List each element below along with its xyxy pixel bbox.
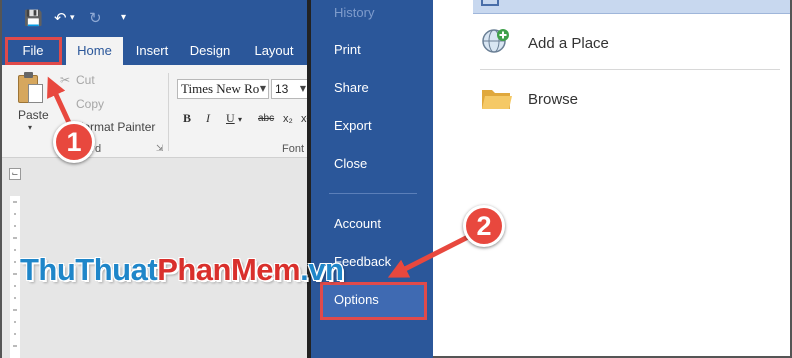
step-badge-1: 1 <box>53 121 95 163</box>
add-place-label: Add a Place <box>528 35 609 52</box>
paste-dropdown-icon[interactable]: ▾ <box>28 123 32 132</box>
backstage-item-share[interactable]: Share <box>334 80 369 95</box>
backstage-item-account[interactable]: Account <box>334 216 381 231</box>
undo-dropdown-icon[interactable]: ▾ <box>70 9 75 27</box>
file-tab-highlight <box>5 37 62 65</box>
open-places-pane: Add a Place Browse <box>433 0 792 358</box>
underline-button[interactable]: U <box>226 111 235 126</box>
redo-icon[interactable]: ↻ <box>89 9 102 27</box>
backstage-item-history[interactable]: History <box>334 5 374 20</box>
backstage-item-options[interactable]: Options <box>334 292 379 307</box>
paste-icon[interactable] <box>18 71 44 105</box>
computer-icon <box>481 0 499 6</box>
undo-icon[interactable]: ↶ <box>54 9 67 27</box>
chevron-down-icon: ▼ <box>299 84 306 93</box>
customize-qat-icon[interactable]: ▾ <box>121 9 126 27</box>
watermark-part2: PhanMem <box>157 252 301 287</box>
backstage-nav: History Print Share Export Close Account… <box>307 0 433 358</box>
places-divider <box>480 69 780 70</box>
cut-button[interactable]: Cut <box>76 73 95 87</box>
underline-dropdown-icon[interactable]: ▾ <box>238 115 242 124</box>
bold-button[interactable]: B <box>183 111 191 126</box>
copy-button[interactable]: Copy <box>76 97 104 111</box>
font-family-value: Times New Ro <box>181 81 260 96</box>
word-window: 💾 ↶ ▾ ↻ ▾ File Home Insert Design Layout… <box>0 0 307 358</box>
tab-home[interactable]: Home <box>66 37 123 65</box>
font-size-value: 13 <box>275 82 289 96</box>
tab-design[interactable]: Design <box>182 37 238 65</box>
chevron-down-icon: ▼ <box>259 84 266 93</box>
selected-place-row[interactable] <box>473 0 790 14</box>
save-icon[interactable]: 💾 <box>24 9 43 27</box>
tab-selector-icon[interactable]: ⌙ <box>9 168 21 180</box>
backstage-divider <box>329 193 417 194</box>
browse-row[interactable]: Browse <box>478 80 783 118</box>
globe-plus-icon <box>482 29 509 53</box>
group-divider <box>168 73 169 151</box>
vertical-ruler <box>10 196 20 358</box>
backstage-item-print[interactable]: Print <box>334 42 361 57</box>
clipboard-launcher-icon[interactable]: ⇲ <box>156 144 164 154</box>
watermark-logo: ThuThuatPhanMem.vn <box>20 252 344 288</box>
step-badge-2: 2 <box>463 205 505 247</box>
scissors-icon: ✂ <box>60 73 71 87</box>
browse-label: Browse <box>528 91 579 108</box>
subscript-button[interactable]: x₂ <box>283 113 293 125</box>
font-family-select[interactable]: Times New Ro ▼ <box>177 79 269 99</box>
watermark-part1: ThuThuat <box>20 252 158 287</box>
strikethrough-button[interactable]: abc <box>258 113 274 124</box>
quick-access-toolbar: 💾 ↶ ▾ ↻ ▾ <box>2 0 307 37</box>
ribbon: Paste ▾ ✂ Cut Copy Format Painter Clipbo… <box>2 65 307 158</box>
tab-insert[interactable]: Insert <box>128 37 176 65</box>
tab-layout[interactable]: Layout <box>246 37 302 65</box>
font-group-label: Font <box>282 143 305 155</box>
italic-button[interactable]: I <box>206 111 210 126</box>
add-place-row[interactable]: Add a Place <box>478 24 783 62</box>
backstage-item-close[interactable]: Close <box>334 156 367 171</box>
paste-button[interactable]: Paste <box>18 108 49 122</box>
backstage-item-export[interactable]: Export <box>334 118 372 133</box>
watermark-part3: .vn <box>300 252 344 287</box>
font-size-select[interactable]: 13 ▼ <box>271 79 307 99</box>
folder-icon <box>482 90 512 109</box>
